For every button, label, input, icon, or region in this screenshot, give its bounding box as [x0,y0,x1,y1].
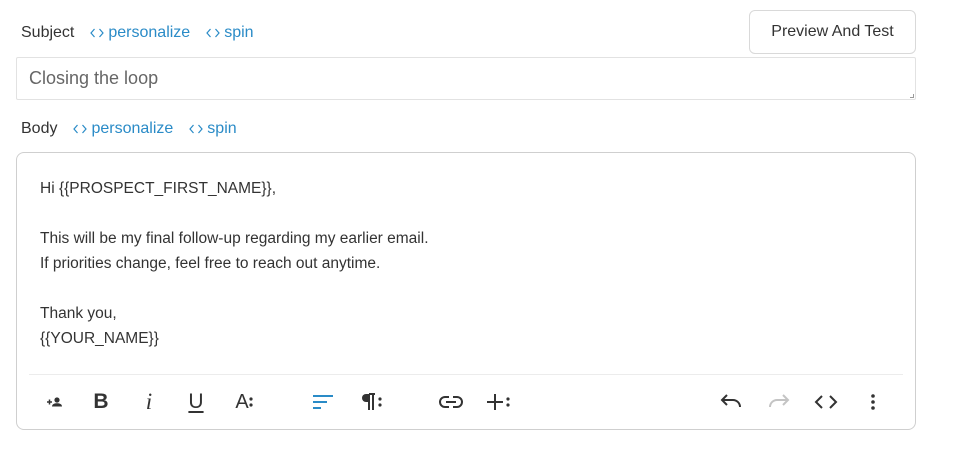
subject-spin-label: spin [224,24,254,41]
body-line: {{YOUR_NAME}} [40,330,159,347]
code-icon [814,395,838,409]
align-left-icon [313,395,333,409]
subject-label-row: Subject personalize spin [21,22,270,44]
person-add-icon [47,397,62,407]
insert-person-button[interactable] [42,389,68,415]
body-spin-link[interactable]: spin [189,120,237,138]
link-icon [439,396,463,408]
body-label-row: Body personalize spin [21,118,253,140]
resize-handle-icon[interactable] [910,94,914,98]
paragraph-icon [362,393,382,410]
text-format-button[interactable]: A [231,389,257,415]
italic-icon: i [145,389,153,414]
italic-button[interactable]: i [136,389,162,415]
insert-more-button[interactable] [486,389,512,415]
body-spin-label: spin [207,120,237,137]
body-label: Body [21,120,58,137]
paragraph-button[interactable] [358,389,384,415]
insert-link-button[interactable] [438,389,464,415]
body-line: If priorities change, feel free to reach… [40,255,381,272]
body-line [40,201,880,226]
body-personalize-label: personalize [91,120,174,137]
body-personalize-link[interactable]: personalize [73,120,173,138]
toolbar-divider [29,374,903,375]
redo-icon [769,394,790,408]
code-brackets-icon [206,28,221,38]
underline-icon: U [188,390,204,413]
body-editor-content[interactable]: Hi {{PROSPECT_FIRST_NAME}}, This will be… [40,176,880,351]
code-brackets-icon [90,28,105,38]
more-options-button[interactable] [860,389,886,415]
subject-input-value: Closing the loop [29,68,159,88]
code-view-button[interactable] [813,389,839,415]
preview-and-test-button[interactable]: Preview And Test [749,10,916,54]
subject-spin-link[interactable]: spin [206,24,254,42]
text-format-glyph: A [235,390,249,413]
redo-button[interactable] [766,389,792,415]
undo-icon [720,394,741,408]
underline-button[interactable]: U [183,389,209,415]
undo-button[interactable] [718,389,744,415]
text-format-icon: A [235,390,253,414]
body-line: Hi {{PROSPECT_FIRST_NAME}}, [40,180,277,197]
body-line: Thank you, [40,305,117,322]
subject-label: Subject [21,24,75,41]
bold-icon: B [93,390,109,413]
body-line [40,276,880,301]
dropdown-dots-icon [249,397,253,407]
insert-icon [487,394,510,410]
align-button[interactable] [310,389,336,415]
code-brackets-icon [189,124,204,134]
bold-button[interactable]: B [88,389,114,415]
subject-input[interactable]: Closing the loop [16,57,916,100]
body-editor[interactable]: Hi {{PROSPECT_FIRST_NAME}}, This will be… [16,152,916,430]
subject-personalize-label: personalize [108,24,191,41]
code-brackets-icon [73,124,88,134]
more-vertical-icon [871,394,875,410]
subject-personalize-link[interactable]: personalize [90,24,190,42]
body-line: This will be my final follow-up regardin… [40,230,429,247]
